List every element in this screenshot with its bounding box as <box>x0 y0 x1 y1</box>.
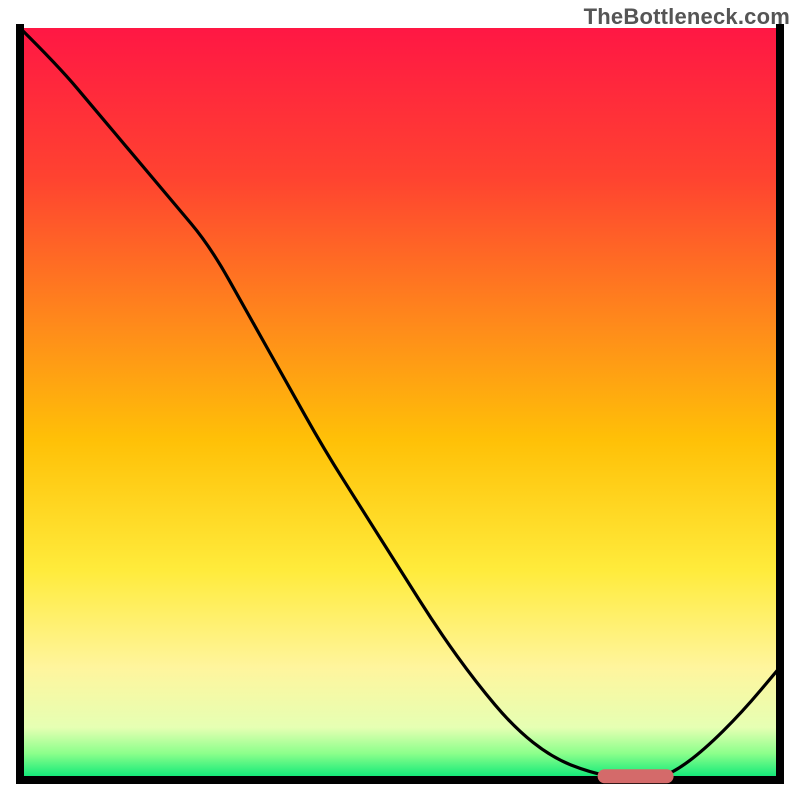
chart-canvas <box>0 0 800 800</box>
gradient-background <box>20 28 780 780</box>
optimal-range-marker <box>598 769 674 783</box>
watermark-text: TheBottleneck.com <box>584 4 790 30</box>
bottleneck-chart: TheBottleneck.com <box>0 0 800 800</box>
